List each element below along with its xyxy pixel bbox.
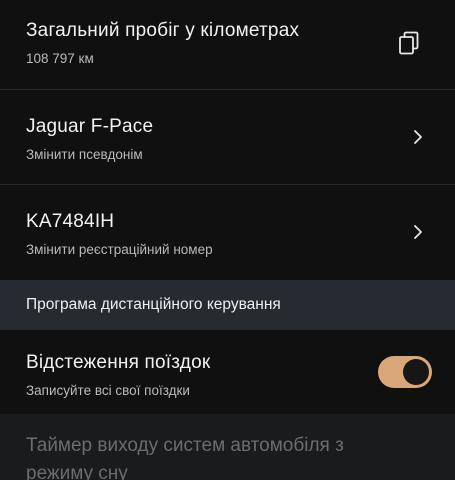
mileage-title: Загальний пробіг у кілометрах: [26, 20, 300, 41]
copy-mileage-button[interactable]: [397, 30, 421, 56]
trip-tracking-toggle[interactable]: [378, 356, 432, 388]
vehicle-name-title: Jaguar F-Pace: [26, 116, 154, 137]
remote-program-section-header: Програма дистанційного керування: [0, 280, 455, 330]
trip-tracking-subtitle: Записуйте всі свої поїздки: [26, 383, 190, 398]
sleep-timer-title: Таймер виходу систем автомобіля з режиму…: [26, 435, 344, 480]
section-header-label: Програма дистанційного керування: [26, 296, 281, 313]
copy-icon: [399, 31, 419, 55]
sleep-timer-row: Таймер виходу систем автомобіля з режиму…: [0, 414, 455, 480]
vehicle-name-subtitle: Змінити псевдонім: [26, 147, 143, 162]
vehicle-name-chevron[interactable]: [411, 127, 425, 147]
registration-subtitle: Змінити реєстраційний номер: [26, 242, 213, 257]
registration-title: KA7484IH: [26, 211, 115, 232]
toggle-knob: [403, 359, 429, 385]
mileage-value: 108 797 км: [26, 51, 94, 66]
chevron-right-icon: [414, 225, 422, 239]
trip-tracking-title: Відстеження поїздок: [26, 352, 211, 373]
chevron-right-icon: [414, 130, 422, 144]
registration-chevron[interactable]: [411, 222, 425, 242]
mileage-row: Загальний пробіг у кілометрах 108 797 км: [0, 0, 455, 90]
vehicle-name-row[interactable]: Jaguar F-Pace Змінити псевдонім: [0, 90, 455, 185]
vehicle-settings-screen: Загальний пробіг у кілометрах 108 797 км…: [0, 0, 455, 480]
registration-row[interactable]: KA7484IH Змінити реєстраційний номер: [0, 185, 455, 280]
